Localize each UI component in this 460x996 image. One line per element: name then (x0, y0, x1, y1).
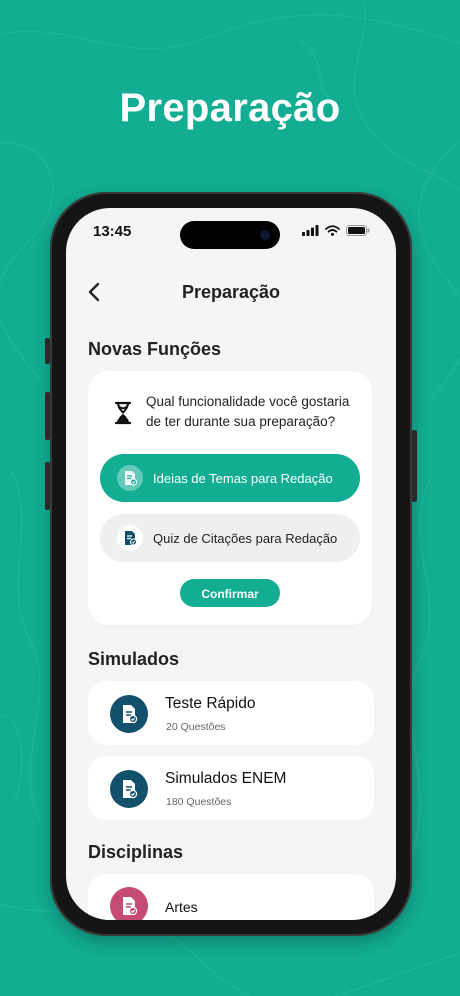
wifi-icon (325, 225, 340, 236)
document-check-icon (117, 525, 143, 551)
side-button-volume-down (45, 462, 50, 510)
subject-card-artes[interactable]: Artes (88, 874, 374, 920)
simulation-subtitle: 180 Questões (166, 796, 232, 808)
simulation-subtitle: 20 Questões (166, 721, 226, 733)
section-title-simulations: Simulados (88, 649, 180, 669)
side-button-silent (45, 338, 50, 364)
simulation-title: Simulados ENEM (165, 770, 287, 787)
dynamic-island (180, 221, 280, 249)
side-button-power (412, 430, 417, 502)
simulation-title: Teste Rápido (165, 695, 256, 712)
side-button-volume-up (45, 392, 50, 440)
option-label: Ideias de Temas para Redação (153, 470, 333, 486)
document-check-icon (110, 770, 148, 808)
poll-question: Qual funcionalidade você gostaria de ter… (146, 394, 350, 429)
status-time: 13:45 (93, 223, 132, 240)
section-title-subjects: Disciplinas (88, 842, 184, 862)
option-ideias-temas[interactable]: Ideias de Temas para Redação (100, 454, 360, 502)
document-check-icon (117, 465, 143, 491)
simulation-card-teste-rapido[interactable]: Teste Rápido 20 Questões (88, 681, 374, 745)
feature-poll-card: Qual funcionalidade você gostaria de ter… (88, 371, 372, 625)
section-title-new-features: Novas Funções (88, 339, 222, 359)
battery-icon (346, 225, 370, 236)
hourglass-icon (114, 401, 132, 425)
status-icons (302, 225, 370, 236)
simulation-card-enem[interactable]: Simulados ENEM 180 Questões (88, 756, 374, 820)
confirm-button[interactable]: Confirmar (180, 579, 280, 607)
promo-headline: Preparação (119, 86, 341, 130)
phone-screen: 13:45 Preparação Novas Funções Qual func… (66, 208, 396, 920)
option-quiz-citacoes[interactable]: Quiz de Citações para Redação (100, 514, 360, 562)
document-check-icon (110, 887, 148, 920)
subject-title: Artes (165, 899, 198, 915)
document-check-icon (110, 695, 148, 733)
option-label: Quiz de Citações para Redação (153, 530, 338, 546)
cellular-signal-icon (302, 225, 319, 236)
page-title: Preparação (181, 282, 281, 302)
